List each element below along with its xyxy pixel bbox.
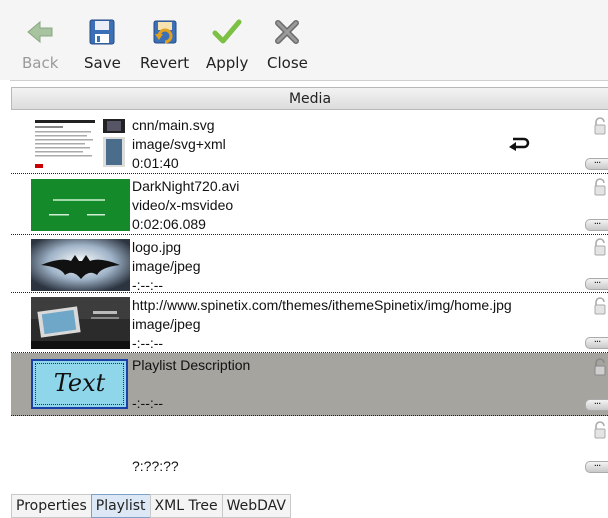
media-info: DarkNight720.avi video/x-msvideo 0:02:06…	[132, 177, 239, 234]
save-button[interactable]: Save	[84, 16, 121, 76]
lock-icon[interactable]	[594, 297, 606, 315]
lock-icon[interactable]	[594, 117, 606, 135]
lock-icon[interactable]	[594, 358, 606, 376]
more-button[interactable]: ...	[585, 156, 608, 170]
lock-icon[interactable]	[594, 178, 606, 196]
apply-button[interactable]: Apply	[206, 16, 248, 76]
back-label: Back	[22, 54, 59, 72]
media-type: image/svg+xml	[132, 136, 226, 152]
media-row-selected[interactable]: Text Playlist Description -:--:-- ...	[11, 353, 608, 416]
media-type	[132, 438, 179, 457]
loop-icon[interactable]	[507, 135, 531, 151]
more-button[interactable]: ...	[585, 459, 608, 473]
close-label: Close	[267, 54, 308, 72]
thumbnail-cnn	[31, 117, 130, 169]
thumbnail-text-label: Text	[53, 369, 106, 397]
toolbar-divider	[10, 80, 608, 81]
toolbar: Back Save Revert Apply Close	[0, 0, 608, 80]
more-button[interactable]: ...	[585, 276, 608, 290]
back-button[interactable]: Back	[22, 16, 58, 76]
tab-playlist[interactable]: Playlist	[90, 494, 151, 518]
media-row[interactable]: logo.jpg image/jpeg -:--:-- ...	[11, 235, 608, 293]
media-info: Playlist Description -:--:--	[132, 356, 250, 413]
media-type	[132, 375, 250, 394]
media-row-empty[interactable]: ?:??:?? ...	[11, 416, 608, 480]
media-duration: 0:01:40	[132, 155, 179, 171]
thumbnail-logo	[31, 239, 130, 291]
media-row[interactable]: http://www.spinetix.com/themes/ithemeSpi…	[11, 293, 608, 353]
back-arrow-icon	[27, 20, 53, 44]
media-name: http://www.spinetix.com/themes/ithemeSpi…	[132, 297, 512, 313]
media-info: cnn/main.svg image/svg+xml 0:01:40	[132, 116, 226, 173]
media-info: logo.jpg image/jpeg -:--:--	[132, 238, 201, 295]
tab-properties[interactable]: Properties	[11, 494, 92, 518]
media-type: image/jpeg	[132, 258, 201, 274]
apply-label: Apply	[206, 54, 249, 72]
save-label: Save	[84, 54, 121, 72]
media-duration: -:--:--	[132, 395, 164, 411]
media-row[interactable]: cnn/main.svg image/svg+xml 0:01:40 ...	[11, 113, 608, 174]
media-name: logo.jpg	[132, 239, 182, 255]
more-button[interactable]: ...	[585, 397, 608, 411]
media-info: http://www.spinetix.com/themes/ithemeSpi…	[132, 296, 512, 353]
close-button[interactable]: Close	[267, 16, 308, 76]
media-type: video/x-msvideo	[132, 197, 234, 213]
checkmark-icon	[212, 19, 242, 44]
media-info: ?:??:??	[132, 419, 179, 476]
close-x-icon	[275, 20, 300, 44]
more-button[interactable]: ...	[585, 217, 608, 231]
tab-xml-tree[interactable]: XML Tree	[149, 494, 223, 518]
media-name: DarkNight720.avi	[132, 178, 240, 194]
media-name: Playlist Description	[132, 357, 251, 373]
media-duration: -:--:--	[132, 335, 164, 351]
revert-icon	[153, 20, 177, 44]
lock-icon[interactable]	[594, 421, 606, 439]
thumbnail-text: Text	[31, 359, 128, 409]
media-row[interactable]: DarkNight720.avi video/x-msvideo 0:02:06…	[11, 174, 608, 235]
lock-icon[interactable]	[594, 238, 606, 256]
media-name: cnn/main.svg	[132, 117, 215, 133]
media-duration: 0:02:06.089	[132, 216, 206, 232]
floppy-disk-icon	[89, 19, 115, 45]
more-button[interactable]: ...	[585, 335, 608, 349]
media-type: image/jpeg	[132, 316, 201, 332]
tab-webdav[interactable]: WebDAV	[221, 494, 291, 518]
media-duration: ?:??:??	[132, 458, 179, 474]
thumbnail-home	[31, 297, 130, 349]
revert-button[interactable]: Revert	[140, 16, 189, 76]
revert-label: Revert	[140, 54, 190, 72]
media-name	[132, 419, 179, 438]
thumbnail-darknight	[31, 179, 130, 231]
bottom-tab-bar: Properties Playlist XML Tree WebDAV	[11, 494, 291, 518]
media-column-header[interactable]: Media	[11, 87, 608, 110]
